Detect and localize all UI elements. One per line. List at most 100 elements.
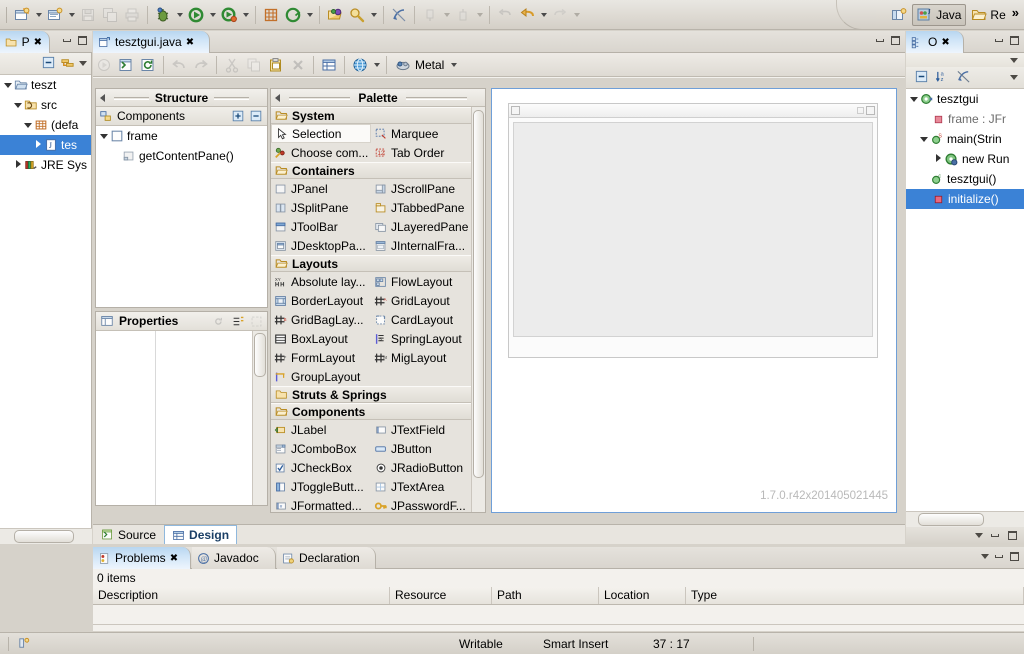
tree-item-default-package[interactable]: (defa — [0, 115, 91, 135]
minimize-button[interactable] — [992, 550, 1005, 563]
palette-item-jlayeredpane[interactable]: JLayeredPane — [371, 217, 471, 236]
prev-annotation-button[interactable] — [452, 4, 474, 26]
mock-jframe[interactable] — [508, 103, 878, 358]
run-dropdown-arrow[interactable] — [207, 4, 218, 26]
tab-design[interactable]: Design — [164, 525, 238, 544]
column-header-resource[interactable]: Resource — [390, 587, 492, 604]
goto-definition-icon[interactable] — [250, 315, 263, 331]
palette-item-formlayout[interactable]: F FormLayout — [271, 348, 371, 367]
palette-item-miglayout[interactable]: M MigLayout — [371, 348, 471, 367]
column-header-type[interactable]: Type — [686, 587, 1024, 604]
copy-button[interactable] — [243, 55, 265, 75]
mock-jframe-titlebar[interactable] — [509, 104, 877, 118]
palette-category-layouts[interactable]: Layouts — [271, 255, 471, 272]
palette-item-gridbaglayout[interactable]: B GridBagLay... — [271, 310, 371, 329]
palette-item-gridlayout[interactable]: A GridLayout — [371, 291, 471, 310]
palette-item-jtogglebutton[interactable]: JToggleButt... — [271, 477, 371, 496]
link-with-editor-icon[interactable] — [60, 55, 75, 73]
maximize-button[interactable] — [889, 34, 902, 47]
maximize-button[interactable] — [76, 34, 89, 47]
outline-item-anonymous-runnable[interactable]: new Run — [906, 149, 1024, 169]
close-icon[interactable]: ✖ — [186, 37, 194, 48]
mock-maximize-icon[interactable] — [866, 106, 875, 115]
twisty-down-icon[interactable] — [98, 132, 110, 141]
palette-item-grouplayout[interactable]: GroupLayout — [271, 367, 371, 386]
palette-item-jscrollpane[interactable]: JScrollPane — [371, 179, 471, 198]
twisty-right-icon[interactable] — [12, 160, 24, 170]
globe-dropdown-arrow[interactable] — [371, 54, 382, 76]
test-preview-button[interactable] — [93, 55, 115, 75]
twisty-down-icon[interactable] — [918, 135, 930, 144]
palette-item-boxlayout[interactable]: BoxLayout — [271, 329, 371, 348]
structure-tree[interactable]: frame getContentPane() — [96, 126, 267, 166]
next-annotation-button[interactable] — [419, 4, 441, 26]
outline-item-main-method[interactable]: S main(Strin — [906, 129, 1024, 149]
palette-item-jbutton[interactable]: JButton — [371, 439, 471, 458]
palette-item-jpasswordfield[interactable]: JPasswordF... — [371, 496, 471, 512]
minimize-button[interactable] — [873, 34, 886, 47]
view-menu-icon[interactable] — [79, 61, 87, 66]
expand-all-icon[interactable] — [231, 109, 245, 126]
save-all-button[interactable] — [99, 4, 121, 26]
maximize-button[interactable] — [1008, 550, 1021, 563]
column-header-location[interactable]: Location — [599, 587, 686, 604]
minimize-button[interactable] — [992, 34, 1005, 47]
print-button[interactable] — [121, 4, 143, 26]
maximize-button[interactable] — [1006, 529, 1019, 542]
problems-table-body[interactable] — [93, 605, 1024, 625]
outline-item-initialize[interactable]: initialize() — [906, 189, 1024, 209]
sort-icon[interactable]: az — [935, 69, 950, 87]
twisty-right-icon[interactable] — [932, 154, 944, 164]
palette-category-containers[interactable]: Containers — [271, 162, 471, 179]
perspective-resource[interactable]: Re — [966, 4, 1010, 26]
forward-dropdown-arrow[interactable] — [571, 4, 582, 26]
palette-item-absolute-layout[interactable]: XY Absolute lay... — [271, 272, 371, 291]
palette-item-jformattedtextfield[interactable]: # JFormatted... — [271, 496, 371, 512]
prev-annotation-dropdown-arrow[interactable] — [474, 4, 485, 26]
palette-vscrollbar[interactable] — [471, 107, 485, 512]
open-source-button[interactable] — [115, 55, 137, 75]
new-java-package-button[interactable] — [260, 4, 282, 26]
minimize-button[interactable] — [988, 529, 1001, 542]
structure-item-frame[interactable]: frame — [96, 126, 267, 146]
palette-item-jtoolbar[interactable]: JToolBar — [271, 217, 371, 236]
collapse-all-icon[interactable] — [249, 109, 263, 126]
palette-item-flowlayout[interactable]: FlowLayout — [371, 272, 471, 291]
outline-item-constructor[interactable]: c tesztgui() — [906, 169, 1024, 189]
collapse-all-icon[interactable] — [41, 55, 56, 73]
column-header-description[interactable]: Description — [93, 587, 390, 604]
palette-item-borderlayout[interactable]: BorderLayout — [271, 291, 371, 310]
new-annotation-button[interactable] — [282, 4, 304, 26]
delete-button[interactable] — [287, 55, 309, 75]
restore-default-icon[interactable] — [212, 315, 225, 331]
minimize-button[interactable] — [60, 34, 73, 47]
view-menu-icon[interactable] — [1010, 75, 1018, 80]
refresh-button[interactable] — [137, 55, 159, 75]
close-icon[interactable]: ✖ — [941, 37, 949, 48]
palette-item-jlabel[interactable]: JLabel — [271, 420, 371, 439]
palette-item-jdesktoppane[interactable]: JDesktopPa... — [271, 236, 371, 255]
cut-button[interactable] — [221, 55, 243, 75]
outline-tree[interactable]: tesztgui frame : JFr S main(Strin new Ru… — [906, 89, 1024, 527]
search-button[interactable] — [346, 4, 368, 26]
palette-body[interactable]: System Selection Marquee Choose com... 1… — [271, 107, 471, 512]
tab-declaration[interactable]: Declaration — [277, 547, 376, 569]
debug-dropdown-arrow[interactable] — [174, 4, 185, 26]
forward-button[interactable] — [549, 4, 571, 26]
debug-button[interactable] — [152, 4, 174, 26]
structure-collapse-arrow-icon[interactable] — [100, 94, 105, 102]
properties-vscrollbar[interactable] — [252, 331, 267, 505]
new-java-project-button[interactable] — [11, 4, 33, 26]
close-icon[interactable]: ✖ — [34, 37, 42, 48]
project-explorer-hscrollbar[interactable] — [0, 528, 92, 544]
show-advanced-icon[interactable] — [232, 315, 245, 331]
palette-item-marquee[interactable]: Marquee — [371, 124, 471, 143]
palette-category-struts-springs[interactable]: Struts & Springs — [271, 386, 471, 403]
tab-project-explorer[interactable]: P ✖ — [0, 31, 50, 53]
properties-table[interactable] — [96, 331, 252, 505]
externalize-strings-button[interactable] — [349, 55, 371, 75]
palette-item-jtabbedpane[interactable]: JTabbedPane — [371, 198, 471, 217]
mock-content-pane[interactable] — [513, 122, 873, 337]
layout-grid-button[interactable] — [318, 55, 340, 75]
palette-item-selection[interactable]: Selection — [271, 124, 371, 143]
